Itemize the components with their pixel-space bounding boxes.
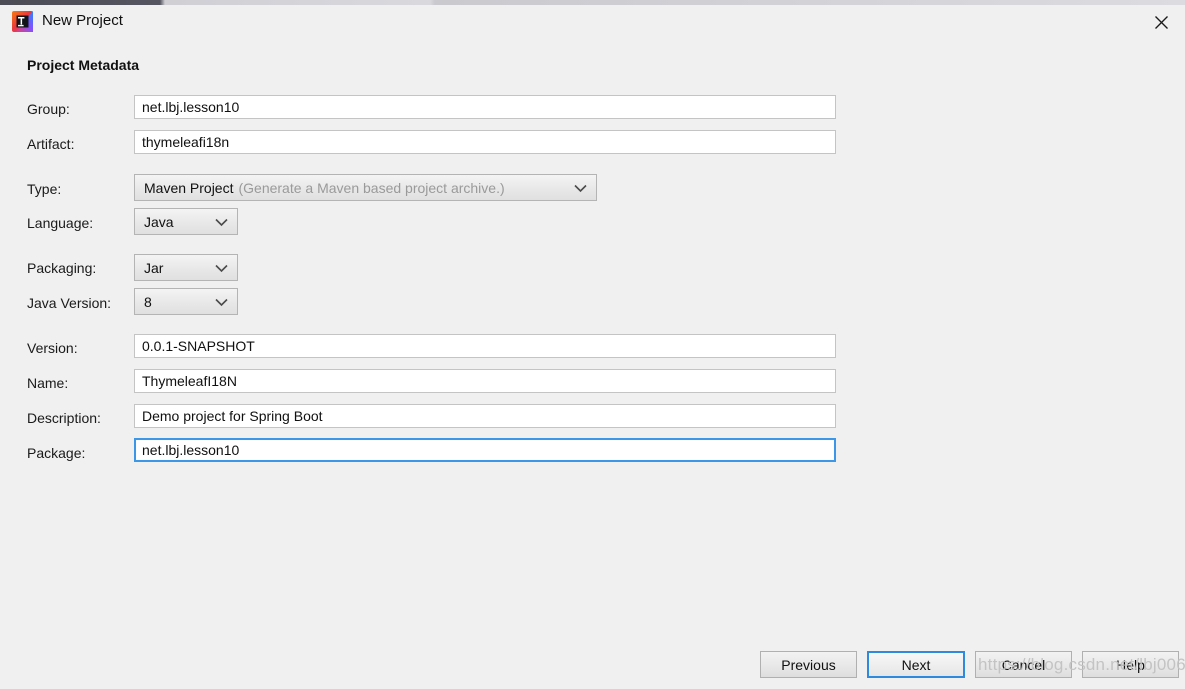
dialog-titlebar: New Project bbox=[0, 5, 1185, 38]
label-packaging: Packaging: bbox=[27, 260, 97, 276]
package-input[interactable]: net.lbj.lesson10 bbox=[134, 438, 836, 462]
label-type: Type: bbox=[27, 181, 62, 197]
version-input[interactable]: 0.0.1-SNAPSHOT bbox=[134, 334, 836, 358]
type-select-hint: (Generate a Maven based project archive.… bbox=[238, 179, 505, 196]
chevron-down-icon bbox=[574, 180, 587, 196]
type-select[interactable]: Maven Project (Generate a Maven based pr… bbox=[134, 174, 597, 201]
artifact-input[interactable]: thymeleafi18n bbox=[134, 130, 836, 154]
label-group: Group: bbox=[27, 101, 70, 117]
chevron-down-icon bbox=[215, 214, 228, 230]
type-select-value: Maven Project bbox=[144, 179, 234, 196]
label-version: Version: bbox=[27, 340, 78, 356]
new-project-dialog-body: Project Metadata Group: net.lbj.lesson10… bbox=[0, 38, 1185, 689]
close-icon[interactable] bbox=[1141, 7, 1181, 37]
help-button[interactable]: Help bbox=[1082, 651, 1179, 678]
java-version-select-value: 8 bbox=[144, 293, 152, 310]
packaging-select[interactable]: Jar bbox=[134, 254, 238, 281]
label-artifact: Artifact: bbox=[27, 136, 75, 152]
label-java-version: Java Version: bbox=[27, 295, 112, 311]
intellij-idea-icon bbox=[12, 11, 33, 32]
dialog-title: New Project bbox=[42, 12, 123, 29]
next-button[interactable]: Next bbox=[867, 651, 965, 678]
group-input[interactable]: net.lbj.lesson10 bbox=[134, 95, 836, 119]
language-select-value: Java bbox=[144, 213, 174, 230]
label-name: Name: bbox=[27, 375, 69, 391]
description-input[interactable]: Demo project for Spring Boot bbox=[134, 404, 836, 428]
chevron-down-icon bbox=[215, 260, 228, 276]
name-input[interactable]: ThymeleafI18N bbox=[134, 369, 836, 393]
language-select[interactable]: Java bbox=[134, 208, 238, 235]
cancel-button[interactable]: Cancel bbox=[975, 651, 1072, 678]
label-description: Description: bbox=[27, 410, 101, 426]
java-version-select[interactable]: 8 bbox=[134, 288, 238, 315]
section-heading-project-metadata: Project Metadata bbox=[27, 57, 140, 73]
label-package: Package: bbox=[27, 445, 86, 461]
previous-button[interactable]: Previous bbox=[760, 651, 857, 678]
label-language: Language: bbox=[27, 215, 94, 231]
chevron-down-icon bbox=[215, 294, 228, 310]
packaging-select-value: Jar bbox=[144, 259, 164, 276]
